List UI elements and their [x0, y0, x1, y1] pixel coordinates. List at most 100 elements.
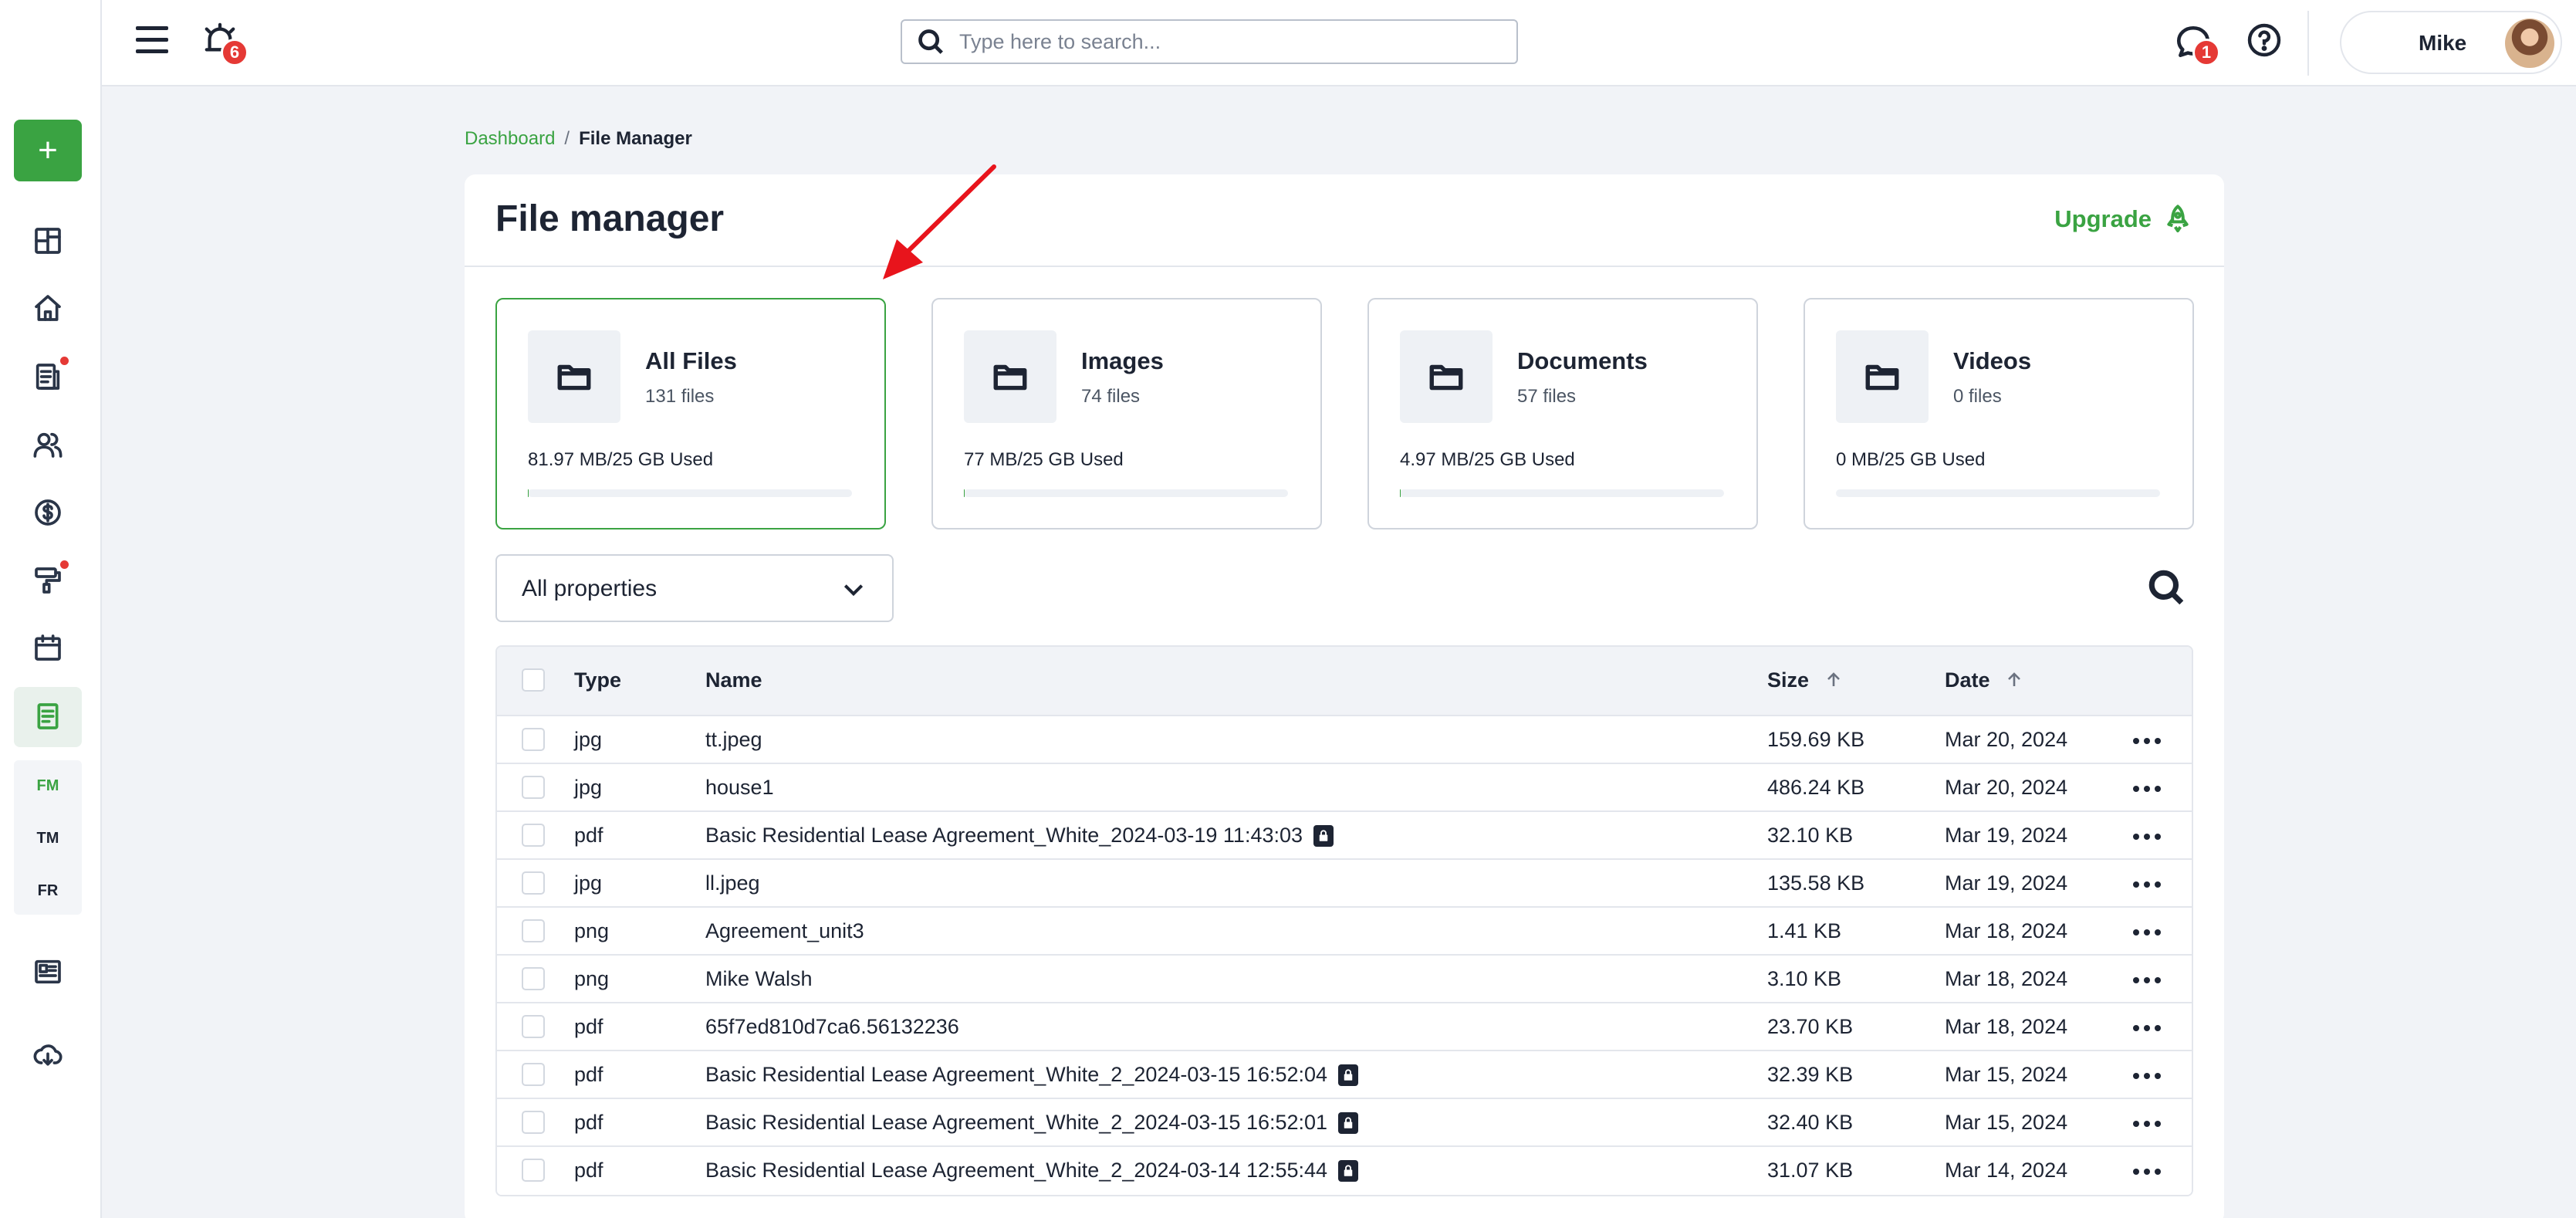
menu-icon[interactable]	[136, 25, 170, 56]
file-name[interactable]: 65f7ed810d7ca6.56132236	[705, 1015, 959, 1039]
file-name[interactable]: Basic Residential Lease Agreement_White_…	[705, 1063, 1359, 1087]
user-menu[interactable]: Mike	[2340, 11, 2562, 74]
search-input[interactable]	[959, 29, 1484, 54]
storage-card-all-files[interactable]: All Files 131 files 81.97 MB/25 GB Used	[495, 298, 886, 529]
file-name-text: Mike Walsh	[705, 967, 813, 990]
row-more-icon[interactable]	[2133, 738, 2161, 744]
file-type: png	[574, 919, 610, 942]
table-row[interactable]: pdf Basic Residential Lease Agreement_Whi…	[497, 1051, 2192, 1099]
file-manager-panel: File manager Upgrade All Files 131 files…	[465, 174, 2224, 1218]
column-header-size[interactable]: Size	[1767, 668, 1843, 692]
messages-button[interactable]: 1	[2174, 23, 2220, 66]
row-checkbox[interactable]	[522, 1111, 545, 1134]
storage-card-title: Documents	[1517, 347, 1648, 374]
sidebar-item-downloads[interactable]	[29, 1037, 66, 1074]
add-button[interactable]: +	[14, 120, 82, 181]
table-body: jpg tt.jpeg 159.69 KB Mar 20, 2024 jpg house1…	[497, 716, 2192, 1195]
file-name-text: ll.jpeg	[705, 871, 760, 895]
row-more-icon[interactable]	[2133, 1121, 2161, 1127]
row-more-icon[interactable]	[2133, 786, 2161, 792]
sidebar-item-dashboard[interactable]	[29, 222, 66, 259]
table-row[interactable]: pdf 65f7ed810d7ca6.56132236 23.70 KB Mar 18…	[497, 1003, 2192, 1051]
row-more-icon[interactable]	[2133, 1073, 2161, 1079]
row-checkbox[interactable]	[522, 728, 545, 751]
file-size: 32.39 KB	[1767, 1063, 1854, 1086]
sort-arrow-up-icon[interactable]	[1824, 668, 1843, 692]
file-date: Mar 15, 2024	[1945, 1063, 2068, 1086]
table-row[interactable]: pdf Basic Residential Lease Agreement_Whi…	[497, 1147, 2192, 1195]
breadcrumb-separator: /	[564, 128, 570, 149]
table-row[interactable]: png Agreement_unit3 1.41 KB Mar 18, 2024	[497, 908, 2192, 956]
table-row[interactable]: pdf Basic Residential Lease Agreement_Whi…	[497, 812, 2192, 860]
help-button[interactable]	[2246, 22, 2284, 60]
row-more-icon[interactable]	[2133, 881, 2161, 888]
file-name[interactable]: Mike Walsh	[705, 967, 813, 991]
upgrade-link[interactable]: Upgrade	[2054, 204, 2193, 235]
row-checkbox[interactable]	[522, 776, 545, 799]
table-row[interactable]: jpg house1 486.24 KB Mar 20, 2024	[497, 764, 2192, 812]
file-name[interactable]: Basic Residential Lease Agreement_White_…	[705, 1159, 1359, 1182]
sidebar-item-listings[interactable]	[29, 953, 66, 990]
table-row[interactable]: jpg ll.jpeg 135.58 KB Mar 19, 2024	[497, 860, 2192, 908]
breadcrumb-current: File Manager	[579, 128, 692, 149]
row-more-icon[interactable]	[2133, 1169, 2161, 1175]
file-name-text: 65f7ed810d7ca6.56132236	[705, 1015, 959, 1038]
storage-card-images[interactable]: Images 74 files 77 MB/25 GB Used	[931, 298, 1322, 529]
property-filter-select[interactable]: All properties	[495, 554, 894, 622]
file-name[interactable]: tt.jpeg	[705, 728, 762, 752]
row-more-icon[interactable]	[2133, 929, 2161, 935]
storage-card-count: 74 files	[1081, 386, 1141, 407]
alarm-button[interactable]: 6	[202, 22, 248, 66]
file-subnav: FM TM FR	[14, 760, 82, 915]
file-size: 32.40 KB	[1767, 1111, 1854, 1134]
row-checkbox[interactable]	[522, 967, 545, 990]
table-row[interactable]: jpg tt.jpeg 159.69 KB Mar 20, 2024	[497, 716, 2192, 764]
notification-dot	[60, 560, 69, 569]
storage-card-used: 4.97 MB/25 GB Used	[1400, 449, 1575, 470]
subnav-fm[interactable]: FM	[14, 777, 82, 795]
row-checkbox[interactable]	[522, 824, 545, 847]
row-more-icon[interactable]	[2133, 977, 2161, 983]
column-header-date-label: Date	[1945, 668, 1990, 692]
file-name[interactable]: house1	[705, 776, 774, 800]
sidebar-item-calendar[interactable]	[29, 629, 66, 666]
subnav-tm[interactable]: TM	[14, 830, 82, 848]
search-icon	[918, 29, 943, 54]
storage-card-used: 77 MB/25 GB Used	[964, 449, 1124, 470]
sidebar-item-maintenance[interactable]	[29, 560, 69, 599]
column-header-type: Type	[574, 668, 622, 692]
row-checkbox[interactable]	[522, 1063, 545, 1086]
sidebar-item-tenants[interactable]	[29, 426, 66, 463]
file-size: 3.10 KB	[1767, 967, 1842, 990]
sidebar-item-payments[interactable]	[29, 494, 66, 531]
row-checkbox[interactable]	[522, 1159, 545, 1182]
file-name[interactable]: ll.jpeg	[705, 871, 760, 895]
file-name[interactable]: Basic Residential Lease Agreement_White_…	[705, 824, 1334, 848]
table-row[interactable]: png Mike Walsh 3.10 KB Mar 18, 2024	[497, 956, 2192, 1003]
subnav-fr[interactable]: FR	[14, 882, 82, 900]
row-checkbox[interactable]	[522, 1015, 545, 1038]
storage-card-documents[interactable]: Documents 57 files 4.97 MB/25 GB Used	[1367, 298, 1758, 529]
row-more-icon[interactable]	[2133, 1025, 2161, 1031]
global-search[interactable]	[901, 19, 1518, 64]
file-size: 1.41 KB	[1767, 919, 1842, 942]
file-name[interactable]: Basic Residential Lease Agreement_White_…	[705, 1111, 1359, 1135]
sort-arrow-up-icon[interactable]	[2005, 668, 2023, 692]
row-checkbox[interactable]	[522, 871, 545, 895]
table-row[interactable]: pdf Basic Residential Lease Agreement_Whi…	[497, 1099, 2192, 1147]
file-date: Mar 18, 2024	[1945, 1015, 2068, 1038]
row-checkbox[interactable]	[522, 919, 545, 942]
file-name[interactable]: Agreement_unit3	[705, 919, 864, 943]
table-search-button[interactable]	[2147, 568, 2186, 607]
column-header-date[interactable]: Date	[1945, 668, 2023, 692]
folder-icon-box	[528, 330, 620, 423]
property-filter-value: All properties	[522, 576, 658, 601]
storage-card-used: 0 MB/25 GB Used	[1836, 449, 1986, 470]
breadcrumb-dashboard-link[interactable]: Dashboard	[465, 128, 555, 150]
sidebar-item-properties[interactable]	[29, 289, 66, 326]
row-more-icon[interactable]	[2133, 834, 2161, 840]
storage-card-videos[interactable]: Videos 0 files 0 MB/25 GB Used	[1804, 298, 2194, 529]
upgrade-label: Upgrade	[2054, 205, 2152, 232]
sidebar-item-reports[interactable]	[29, 357, 69, 395]
select-all-checkbox[interactable]	[522, 668, 545, 692]
